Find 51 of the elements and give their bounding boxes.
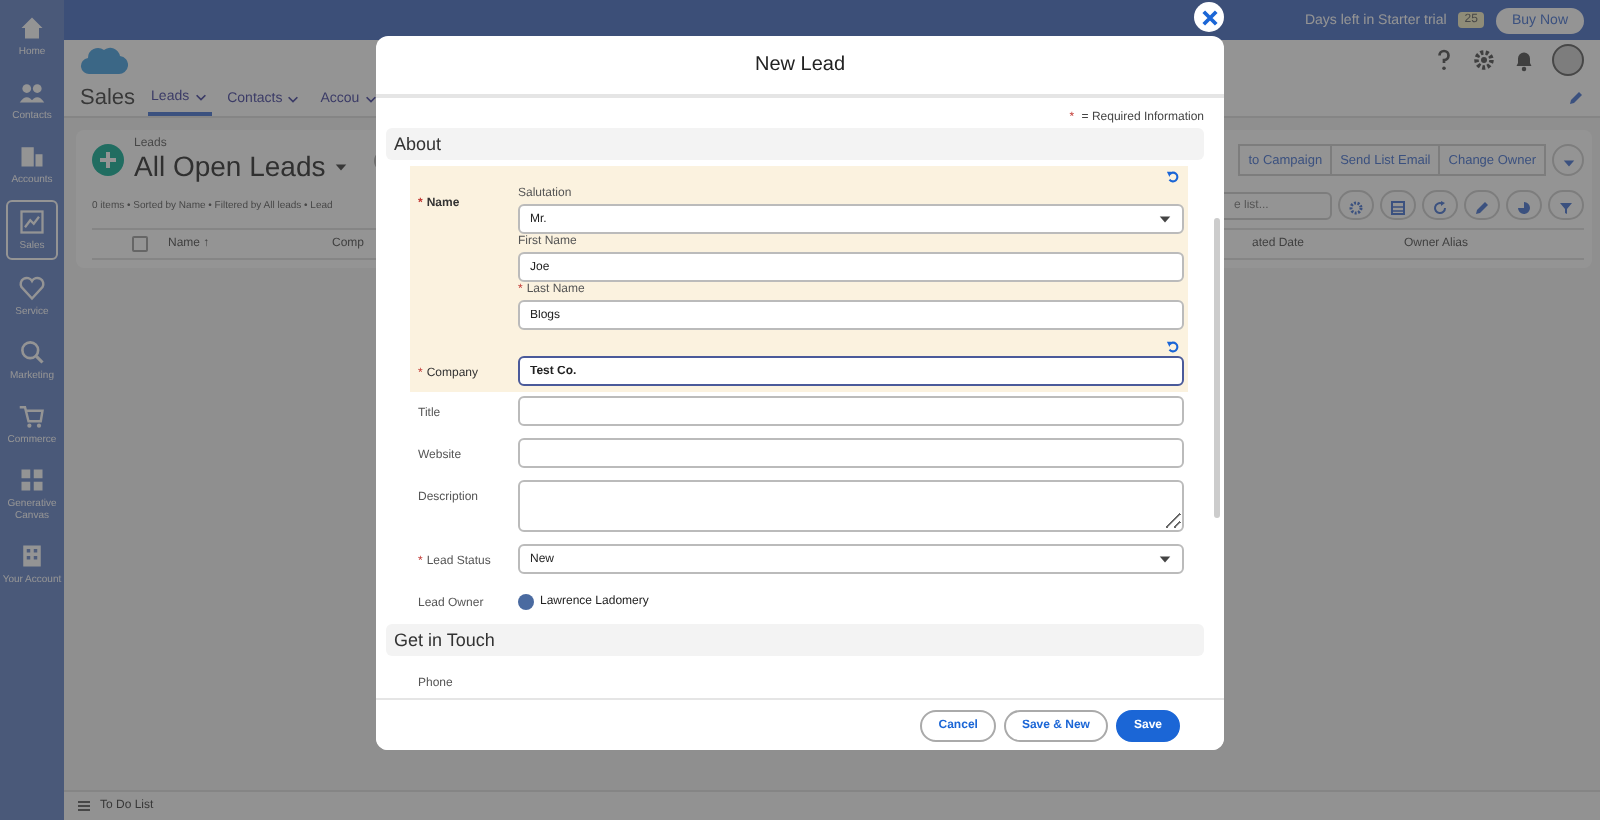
settings-icon: [1348, 200, 1364, 216]
help-icon[interactable]: [1432, 48, 1456, 72]
refresh-icon: [1432, 200, 1448, 216]
people-icon: [18, 78, 46, 106]
undo-icon[interactable]: [1166, 340, 1180, 354]
table-button[interactable]: [1380, 190, 1416, 220]
grid-icon: [18, 466, 46, 494]
caret-icon: [1158, 212, 1172, 226]
bell-icon[interactable]: [1512, 48, 1536, 72]
modal-title: New Lead: [376, 36, 1224, 98]
list-icon: [76, 798, 92, 814]
section-header[interactable]: Get in Touch: [386, 624, 1204, 656]
settings-icon[interactable]: [1472, 48, 1496, 72]
caret-icon: [1158, 552, 1172, 566]
more-actions-button[interactable]: [1552, 144, 1584, 176]
caret-icon: [333, 159, 348, 173]
pie-chart-button[interactable]: [1506, 190, 1542, 220]
heart-icon: [18, 274, 46, 302]
avatar[interactable]: [1552, 44, 1584, 76]
cloud-logo: [80, 44, 128, 76]
list-view-title[interactable]: All Open Leads: [134, 150, 348, 182]
input-field[interactable]: [518, 396, 1184, 426]
app-name: Sales: [80, 86, 136, 110]
pencil-icon: [1474, 200, 1490, 216]
table-icon: [1390, 200, 1406, 216]
filter-icon: [1558, 200, 1574, 216]
scrollbar[interactable]: [1214, 218, 1220, 518]
settings-button[interactable]: [1338, 190, 1374, 220]
refresh-button[interactable]: [1422, 190, 1458, 220]
chevron-icon: [286, 91, 301, 105]
home-icon: [18, 14, 46, 42]
pie-chart-icon: [1516, 200, 1532, 216]
section-header[interactable]: About: [386, 128, 1204, 160]
undo-icon[interactable]: [1166, 170, 1180, 184]
select-all-checkbox[interactable]: [132, 236, 148, 252]
magnifier-icon: [18, 338, 46, 366]
close-icon: [1199, 7, 1219, 27]
building-icon: [18, 142, 46, 170]
cart-icon: [18, 402, 46, 430]
input-field[interactable]: [518, 438, 1184, 468]
caret-icon: [1561, 156, 1575, 170]
chevron-icon: [363, 91, 378, 105]
pencil-button[interactable]: [1464, 190, 1500, 220]
avatar: [518, 593, 534, 609]
building-icon: [18, 542, 46, 570]
filter-button[interactable]: [1548, 190, 1584, 220]
chevron-icon: [193, 89, 208, 103]
lead-icon: [92, 144, 124, 176]
pencil-icon[interactable]: [1568, 90, 1584, 106]
chart-icon: [18, 208, 46, 236]
text-area[interactable]: [518, 480, 1184, 532]
